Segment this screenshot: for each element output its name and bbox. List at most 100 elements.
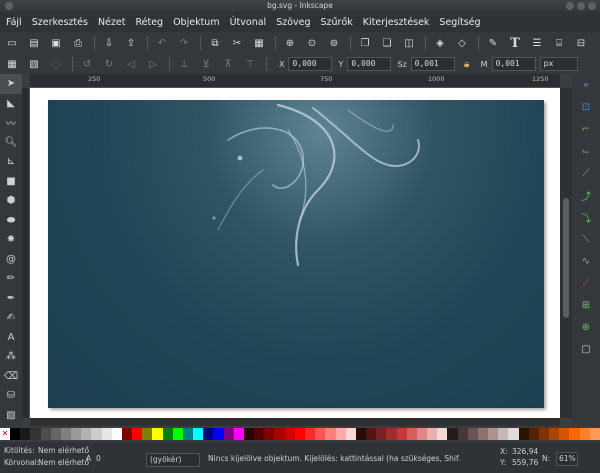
unit-select[interactable]: px <box>539 57 578 71</box>
undo-icon[interactable]: ↶ <box>154 35 170 51</box>
zoom-page-icon[interactable]: ⊚ <box>326 35 342 51</box>
clone-icon[interactable]: ❏ <box>379 35 395 51</box>
color-swatch[interactable] <box>488 428 499 440</box>
color-swatch[interactable] <box>477 428 489 440</box>
raise-icon[interactable]: ⊼ <box>220 56 236 72</box>
save-icon[interactable]: ▣ <box>48 35 64 51</box>
color-swatch[interactable] <box>20 428 31 440</box>
gradient-tool-icon[interactable]: ▨ <box>0 406 22 426</box>
layers-icon[interactable]: ☰ <box>529 35 545 51</box>
menu-layer[interactable]: Réteg <box>135 17 163 28</box>
star-tool-icon[interactable]: ✸ <box>0 230 22 250</box>
color-swatch[interactable] <box>254 428 265 440</box>
duplicate-icon[interactable]: ❐ <box>357 35 373 51</box>
color-swatch[interactable] <box>538 428 550 440</box>
color-swatch[interactable] <box>193 428 204 440</box>
export-icon[interactable]: ⇧ <box>123 35 139 51</box>
menu-object[interactable]: Objektum <box>173 17 220 28</box>
text-tool-icon[interactable]: A <box>0 328 22 348</box>
tweak-tool-icon[interactable]: 〰 <box>0 113 22 133</box>
snap-center-icon[interactable]: ⊞ <box>572 294 600 316</box>
color-swatch[interactable] <box>386 428 397 440</box>
color-swatch[interactable] <box>579 428 590 440</box>
zoom-input[interactable]: 61% <box>556 452 578 466</box>
color-swatch[interactable] <box>71 428 82 440</box>
group-icon[interactable]: ◈ <box>432 35 448 51</box>
color-swatch[interactable] <box>355 428 367 440</box>
align-distribute-icon[interactable]: ⊟ <box>573 35 589 51</box>
select-all-icon[interactable]: ▦ <box>4 56 20 72</box>
snap-path-icon[interactable]: ⤴ <box>572 184 600 206</box>
color-swatch[interactable] <box>132 428 143 440</box>
lower-icon[interactable]: ⊻ <box>198 56 214 72</box>
open-icon[interactable]: ▤ <box>26 35 42 51</box>
color-swatch[interactable] <box>213 428 224 440</box>
color-swatch[interactable] <box>467 428 478 440</box>
rotate-cw-icon[interactable]: ↻ <box>101 56 117 72</box>
color-swatch[interactable] <box>508 428 519 440</box>
color-swatch[interactable] <box>528 428 539 440</box>
zoom-drawing-icon[interactable]: ⊙ <box>304 35 320 51</box>
x-input[interactable]: 0,000 <box>288 57 333 71</box>
layer-select[interactable]: (gyökér) <box>146 453 200 467</box>
snap-smooth-icon[interactable]: ∿ <box>572 250 600 272</box>
color-swatch[interactable] <box>406 428 417 440</box>
color-swatch[interactable] <box>50 428 61 440</box>
snap-rotation-icon[interactable]: ⊕ <box>572 316 600 338</box>
rectangle-tool-icon[interactable]: ■ <box>0 172 22 192</box>
lock-icon[interactable]: 🔒︎ <box>459 56 475 72</box>
color-swatch[interactable] <box>315 428 326 440</box>
text-font-icon[interactable]: T <box>507 35 523 51</box>
color-swatch[interactable] <box>203 428 214 440</box>
redo-icon[interactable]: ↷ <box>176 35 192 51</box>
spray-tool-icon[interactable]: ⁂ <box>0 347 22 367</box>
ellipse-tool-icon[interactable]: ⬬ <box>0 211 22 231</box>
pen-tool-icon[interactable]: ✒ <box>0 289 22 309</box>
color-swatch[interactable] <box>518 428 529 440</box>
color-swatch[interactable] <box>162 428 173 440</box>
fill-stroke-icon[interactable]: ✎ <box>485 35 501 51</box>
zoom-selection-icon[interactable]: ⊕ <box>282 35 298 51</box>
snap-bbox-corner-icon[interactable]: ⌙ <box>572 140 600 162</box>
lower-bottom-icon[interactable]: ⊥ <box>176 56 192 72</box>
color-swatch[interactable] <box>345 428 356 440</box>
color-swatch[interactable] <box>274 428 285 440</box>
unlink-clone-icon[interactable]: ◫ <box>401 35 417 51</box>
color-swatch[interactable] <box>335 428 346 440</box>
copy-icon[interactable]: ⧉ <box>207 35 223 51</box>
color-swatch[interactable] <box>10 428 21 440</box>
color-swatch[interactable] <box>416 428 428 440</box>
menu-filters[interactable]: Szűrők <box>321 17 353 28</box>
color-swatch[interactable] <box>549 428 560 440</box>
3d-box-tool-icon[interactable]: ⬢ <box>0 191 22 211</box>
color-swatch[interactable] <box>294 428 305 440</box>
paste-icon[interactable]: ▦ <box>251 35 267 51</box>
color-swatch[interactable] <box>223 428 234 440</box>
color-swatch[interactable] <box>233 428 244 440</box>
menu-path[interactable]: Útvonal <box>230 17 267 28</box>
ungroup-icon[interactable]: ◇ <box>454 35 470 51</box>
no-color-swatch[interactable]: ✕ <box>0 428 10 440</box>
print-icon[interactable]: ⎙ <box>70 35 86 51</box>
window-menu-icon[interactable] <box>5 2 13 10</box>
flip-vertical-icon[interactable]: ▷ <box>145 56 161 72</box>
snap-midpoint-icon[interactable]: ⟋ <box>572 272 600 294</box>
bucket-tool-icon[interactable]: ⛁ <box>0 386 22 406</box>
color-swatch[interactable] <box>304 428 316 440</box>
menu-file[interactable]: Fájl <box>6 17 22 28</box>
color-swatch[interactable] <box>447 428 458 440</box>
calligraphy-tool-icon[interactable]: ✍ <box>0 308 22 328</box>
color-swatch[interactable] <box>559 428 570 440</box>
color-swatch[interactable] <box>121 428 133 440</box>
zoom-tool-icon[interactable]: 🔍︎ <box>0 133 22 153</box>
opacity-value[interactable]: 0 <box>96 454 101 463</box>
color-swatch[interactable] <box>111 428 122 440</box>
cut-icon[interactable]: ✂ <box>229 35 245 51</box>
color-swatch[interactable] <box>81 428 92 440</box>
node-tool-icon[interactable]: ◣ <box>0 94 22 114</box>
color-swatch[interactable] <box>437 428 448 440</box>
close-icon[interactable] <box>588 2 596 10</box>
y-input[interactable]: 0,000 <box>347 57 392 71</box>
color-swatch[interactable] <box>366 428 377 440</box>
spiral-tool-icon[interactable]: @ <box>0 250 22 270</box>
